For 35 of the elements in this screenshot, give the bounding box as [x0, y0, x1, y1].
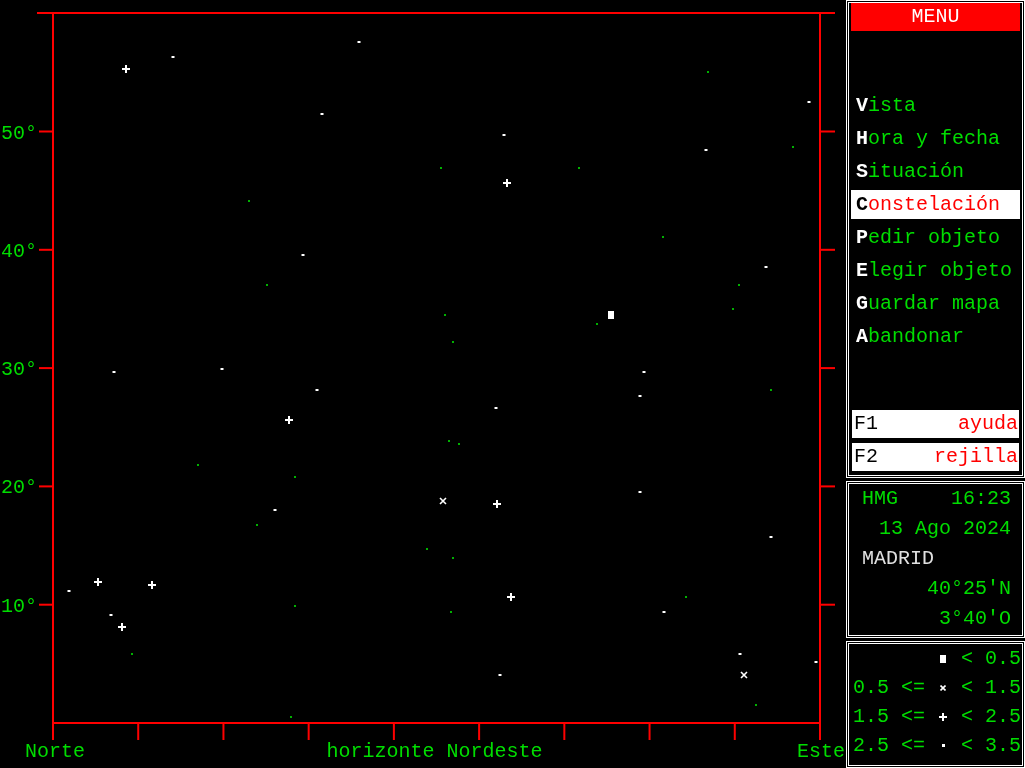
plus-star-marker	[493, 500, 501, 508]
horizon-title: horizonte Nordeste	[326, 740, 543, 763]
altitude-label: 50°	[1, 121, 37, 145]
function-key-button[interactable]: F2 rejilla	[852, 443, 1019, 471]
menu-title: MENU	[851, 3, 1020, 31]
menu-item[interactable]: Constelación	[851, 190, 1020, 219]
cross-star-marker	[740, 671, 748, 679]
city-name: MADRID	[862, 546, 934, 572]
range-upper-text: < 0.5	[961, 646, 1021, 672]
direction-label: Norte	[25, 740, 85, 763]
range-upper-text: < 1.5	[961, 675, 1021, 701]
date-text: 13 Ago 2024	[878, 516, 1011, 542]
latitude-text: 40°25'N	[927, 576, 1011, 602]
range-lower-text: 2.5 <=	[853, 733, 925, 759]
plus-star-marker	[285, 416, 293, 424]
plus-star-marker	[94, 578, 102, 586]
range-lower-text: 1.5 <=	[853, 704, 925, 730]
altitude-label: 30°	[1, 358, 37, 382]
plus-star-marker	[118, 623, 126, 631]
plus-star-marker	[122, 65, 130, 73]
plus-star-marker	[507, 593, 515, 601]
longitude-text: 3°40'O	[939, 606, 1011, 632]
plus-star-marker	[148, 581, 156, 589]
direction-label: Este	[797, 740, 845, 763]
altitude-label: 20°	[1, 476, 37, 500]
altitude-label: 10°	[1, 594, 37, 618]
cross-star-marker	[439, 497, 447, 505]
timezone-label: HMG	[862, 486, 898, 512]
function-key-button[interactable]: F1 ayuda	[852, 410, 1019, 438]
range-upper-text: < 2.5	[961, 704, 1021, 730]
altitude-label: 40°	[1, 239, 37, 263]
time-text: 16:23	[951, 486, 1011, 512]
plus-star-marker	[503, 179, 511, 187]
range-lower-text: 0.5 <=	[853, 675, 925, 701]
range-upper-text: < 3.5	[961, 733, 1021, 759]
